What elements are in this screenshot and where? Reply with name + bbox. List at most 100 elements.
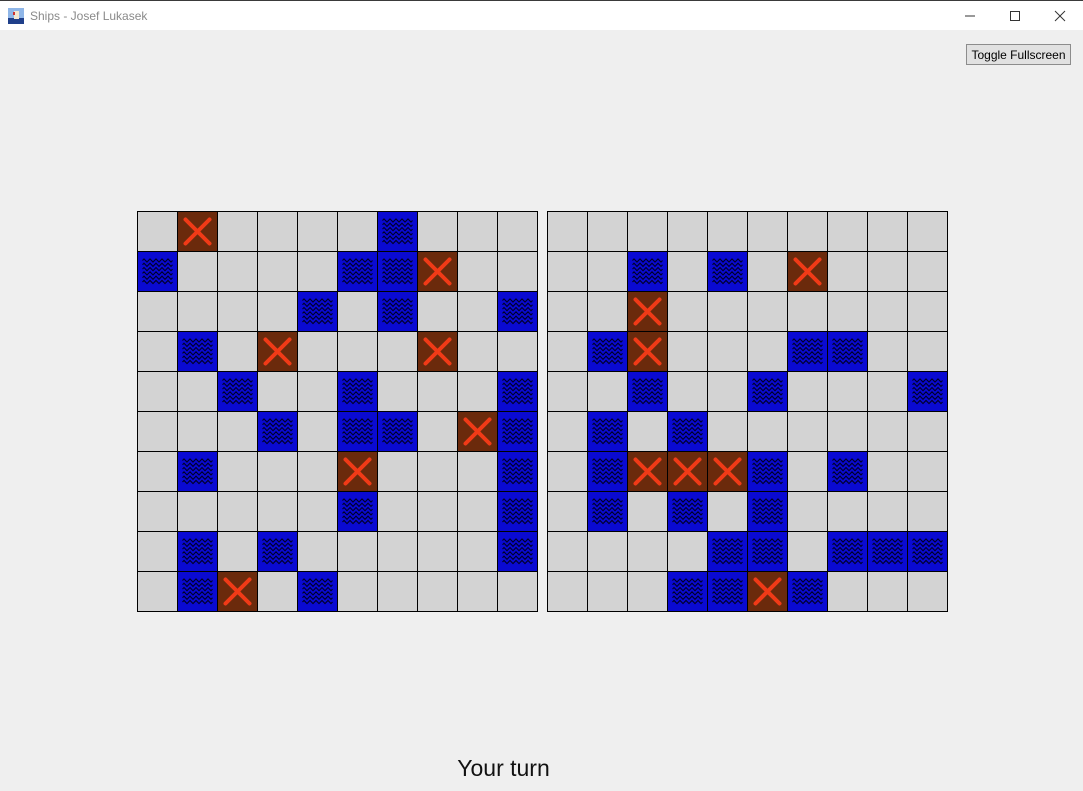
cell-water-miss[interactable] (587, 331, 628, 372)
cell-empty-unrevealed[interactable] (707, 211, 748, 252)
cell-empty-unrevealed[interactable] (867, 211, 908, 252)
cell-empty-unrevealed[interactable] (457, 291, 498, 332)
cell-empty-unrevealed[interactable] (177, 491, 218, 532)
cell-empty-unrevealed[interactable] (587, 571, 628, 612)
cell-water-miss[interactable] (497, 451, 538, 492)
cell-hit[interactable] (417, 251, 458, 292)
cell-water-miss[interactable] (297, 571, 338, 612)
cell-empty-unrevealed[interactable] (547, 571, 588, 612)
cell-water-miss[interactable] (627, 371, 668, 412)
cell-empty-unrevealed[interactable] (707, 411, 748, 452)
cell-empty-unrevealed[interactable] (907, 411, 948, 452)
cell-empty-unrevealed[interactable] (497, 571, 538, 612)
cell-empty-unrevealed[interactable] (297, 371, 338, 412)
cell-empty-unrevealed[interactable] (867, 491, 908, 532)
cell-empty-unrevealed[interactable] (587, 531, 628, 572)
cell-empty-unrevealed[interactable] (867, 251, 908, 292)
cell-empty-unrevealed[interactable] (827, 491, 868, 532)
cell-empty-unrevealed[interactable] (497, 251, 538, 292)
cell-water-miss[interactable] (217, 371, 258, 412)
cell-empty-unrevealed[interactable] (217, 331, 258, 372)
cell-empty-unrevealed[interactable] (417, 531, 458, 572)
cell-water-miss[interactable] (497, 291, 538, 332)
cell-empty-unrevealed[interactable] (177, 251, 218, 292)
cell-water-miss[interactable] (177, 451, 218, 492)
cell-empty-unrevealed[interactable] (867, 291, 908, 332)
cell-empty-unrevealed[interactable] (257, 451, 298, 492)
cell-empty-unrevealed[interactable] (827, 291, 868, 332)
cell-empty-unrevealed[interactable] (667, 211, 708, 252)
cell-empty-unrevealed[interactable] (417, 451, 458, 492)
cell-empty-unrevealed[interactable] (587, 251, 628, 292)
cell-water-miss[interactable] (587, 451, 628, 492)
cell-water-miss[interactable] (907, 371, 948, 412)
cell-empty-unrevealed[interactable] (137, 331, 178, 372)
cell-empty-unrevealed[interactable] (297, 491, 338, 532)
cell-empty-unrevealed[interactable] (137, 371, 178, 412)
cell-water-miss[interactable] (177, 531, 218, 572)
cell-empty-unrevealed[interactable] (377, 451, 418, 492)
cell-empty-unrevealed[interactable] (867, 571, 908, 612)
cell-empty-unrevealed[interactable] (297, 411, 338, 452)
cell-empty-unrevealed[interactable] (707, 291, 748, 332)
cell-hit[interactable] (627, 291, 668, 332)
cell-empty-unrevealed[interactable] (827, 411, 868, 452)
cell-hit[interactable] (627, 451, 668, 492)
cell-empty-unrevealed[interactable] (377, 491, 418, 532)
cell-empty-unrevealed[interactable] (627, 211, 668, 252)
cell-empty-unrevealed[interactable] (707, 371, 748, 412)
cell-empty-unrevealed[interactable] (547, 531, 588, 572)
cell-empty-unrevealed[interactable] (787, 291, 828, 332)
cell-water-miss[interactable] (257, 411, 298, 452)
cell-empty-unrevealed[interactable] (177, 291, 218, 332)
cell-empty-unrevealed[interactable] (417, 371, 458, 412)
cell-hit[interactable] (457, 411, 498, 452)
cell-water-miss[interactable] (377, 251, 418, 292)
cell-empty-unrevealed[interactable] (297, 531, 338, 572)
cell-water-miss[interactable] (627, 251, 668, 292)
cell-empty-unrevealed[interactable] (497, 211, 538, 252)
cell-empty-unrevealed[interactable] (867, 371, 908, 412)
cell-empty-unrevealed[interactable] (217, 211, 258, 252)
cell-water-miss[interactable] (707, 571, 748, 612)
cell-empty-unrevealed[interactable] (297, 251, 338, 292)
cell-water-miss[interactable] (377, 211, 418, 252)
cell-empty-unrevealed[interactable] (257, 371, 298, 412)
cell-hit[interactable] (747, 571, 788, 612)
cell-empty-unrevealed[interactable] (787, 371, 828, 412)
cell-empty-unrevealed[interactable] (257, 491, 298, 532)
cell-hit[interactable] (257, 331, 298, 372)
cell-empty-unrevealed[interactable] (587, 291, 628, 332)
cell-hit[interactable] (627, 331, 668, 372)
cell-empty-unrevealed[interactable] (497, 331, 538, 372)
cell-water-miss[interactable] (867, 531, 908, 572)
cell-water-miss[interactable] (377, 291, 418, 332)
cell-empty-unrevealed[interactable] (667, 331, 708, 372)
cell-water-miss[interactable] (337, 371, 378, 412)
right-board[interactable] (547, 211, 948, 612)
cell-empty-unrevealed[interactable] (707, 331, 748, 372)
cell-water-miss[interactable] (747, 531, 788, 572)
cell-empty-unrevealed[interactable] (337, 211, 378, 252)
cell-water-miss[interactable] (297, 291, 338, 332)
cell-empty-unrevealed[interactable] (627, 571, 668, 612)
cell-empty-unrevealed[interactable] (907, 571, 948, 612)
cell-empty-unrevealed[interactable] (627, 531, 668, 572)
cell-empty-unrevealed[interactable] (337, 331, 378, 372)
cell-water-miss[interactable] (497, 371, 538, 412)
cell-empty-unrevealed[interactable] (707, 491, 748, 532)
cell-empty-unrevealed[interactable] (787, 531, 828, 572)
cell-empty-unrevealed[interactable] (907, 491, 948, 532)
cell-empty-unrevealed[interactable] (457, 531, 498, 572)
cell-empty-unrevealed[interactable] (827, 571, 868, 612)
cell-empty-unrevealed[interactable] (827, 371, 868, 412)
cell-empty-unrevealed[interactable] (747, 411, 788, 452)
cell-water-miss[interactable] (337, 251, 378, 292)
cell-empty-unrevealed[interactable] (787, 491, 828, 532)
cell-empty-unrevealed[interactable] (137, 451, 178, 492)
cell-water-miss[interactable] (377, 411, 418, 452)
cell-empty-unrevealed[interactable] (787, 211, 828, 252)
cell-empty-unrevealed[interactable] (257, 211, 298, 252)
cell-empty-unrevealed[interactable] (787, 411, 828, 452)
cell-hit[interactable] (417, 331, 458, 372)
